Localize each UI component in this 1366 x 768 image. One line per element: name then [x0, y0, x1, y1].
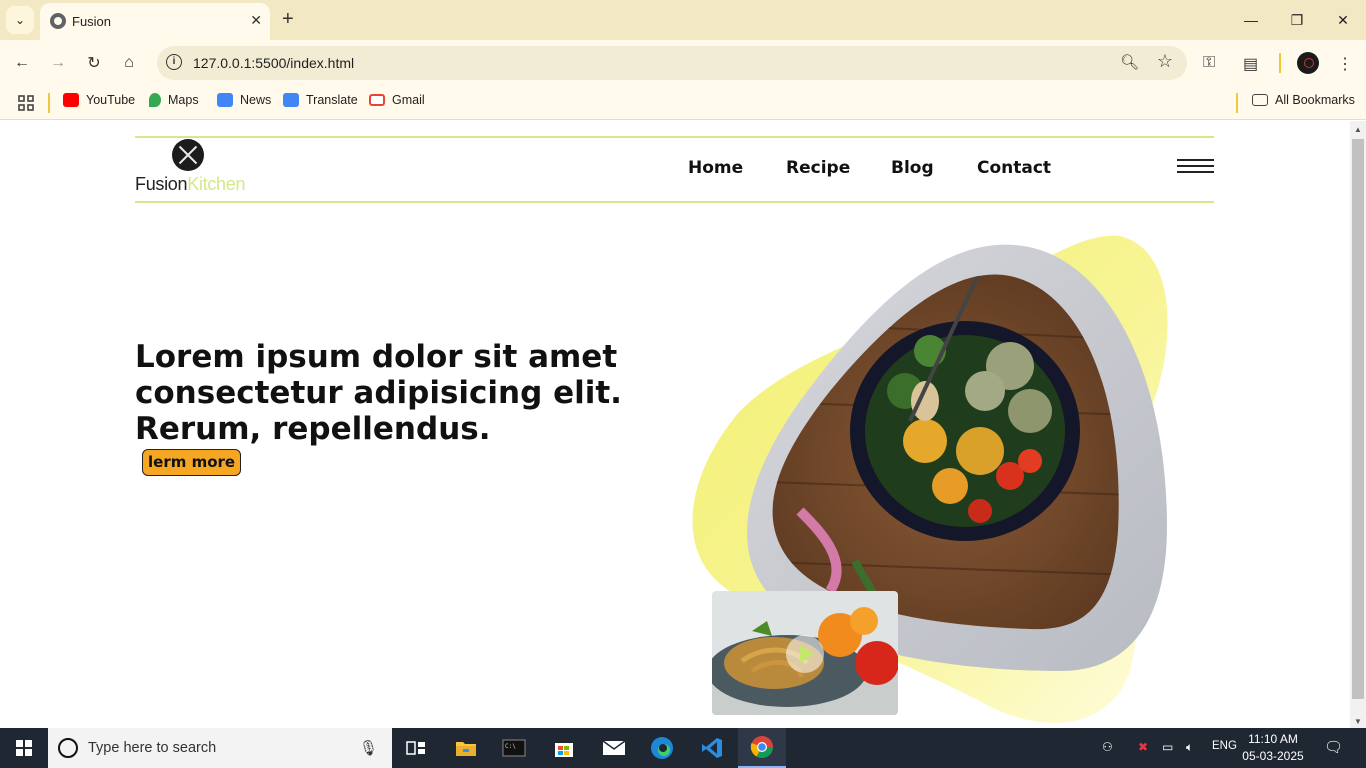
notifications-icon[interactable]: 🗨︎ [1324, 738, 1343, 756]
taskbar-search[interactable]: Type here to search 🎙︎ [48, 728, 392, 768]
nav-home[interactable]: Home [688, 158, 743, 178]
reload-button[interactable]: ↻ [83, 52, 105, 74]
close-window-button[interactable]: ✕ [1320, 0, 1366, 40]
apps-grid-icon[interactable] [18, 95, 34, 111]
clock-time: 11:10 AM [1248, 732, 1298, 746]
bookmark-label: Maps [168, 93, 199, 107]
back-button[interactable]: ← [11, 52, 33, 74]
bookmarks-divider [48, 93, 50, 113]
page-scrollbar[interactable]: ▲ ▼ [1350, 121, 1366, 728]
bookmark-news[interactable]: News [217, 93, 271, 107]
bookmark-translate[interactable]: Translate [283, 93, 358, 107]
globe-icon [50, 13, 66, 29]
microsoft-store-icon[interactable] [540, 728, 588, 768]
nav-contact[interactable]: Contact [977, 158, 1051, 178]
browser-toolbar: ← → ↻ ⌂ i 127.0.0.1:5500/index.html 🔍︎ ☆… [0, 40, 1366, 86]
bookmarks-bar: YouTube Maps News Translate Gmail All Bo… [0, 86, 1366, 120]
edge-browser-icon[interactable] [638, 728, 686, 768]
microphone-icon[interactable]: 🎙︎ [359, 739, 378, 757]
site-logo[interactable]: FusionKitchen [135, 174, 245, 195]
vscode-icon[interactable] [688, 728, 736, 768]
task-view-icon[interactable] [392, 728, 440, 768]
terminal-icon[interactable]: C:\ [490, 728, 538, 768]
close-tab-icon[interactable]: ✕ [250, 12, 262, 29]
bookmark-label: YouTube [86, 93, 136, 107]
active-tab[interactable]: Fusion ✕ [40, 3, 270, 40]
scroll-down-icon[interactable]: ▼ [1354, 717, 1362, 726]
mail-icon[interactable] [590, 728, 638, 768]
bookmark-label: News [240, 93, 272, 107]
cortana-icon [58, 738, 78, 758]
tab-search-button[interactable]: ⌄ [6, 6, 34, 34]
system-clock[interactable]: 11:10 AM 05-03-2025 [1240, 731, 1306, 765]
battery-icon[interactable]: ▭ [1162, 740, 1173, 754]
all-bookmarks-button[interactable]: All Bookmarks [1252, 93, 1355, 107]
network-disconnected-icon[interactable]: ✖ [1138, 740, 1148, 754]
reading-list-icon[interactable]: ▤ [1243, 54, 1258, 74]
scrollbar-thumb[interactable] [1352, 139, 1364, 699]
bookmark-label: Gmail [392, 93, 425, 107]
language-indicator[interactable]: ENG [1212, 740, 1237, 752]
tab-strip: ⌄ Fusion ✕ + — ❐ ✕ [0, 0, 1366, 40]
people-icon[interactable]: ⚇ [1102, 740, 1113, 754]
gmail-icon [369, 94, 385, 106]
bookmark-gmail[interactable]: Gmail [369, 93, 425, 107]
windows-logo-icon [16, 740, 32, 756]
windows-taskbar: Type here to search 🎙︎ C:\ ⚇ ✖ ▭ 🔈︎ ENG … [0, 728, 1366, 768]
bookmark-maps[interactable]: Maps [149, 93, 199, 107]
home-button[interactable]: ⌂ [118, 52, 140, 74]
forward-button[interactable]: → [47, 52, 69, 74]
translate-icon [283, 93, 299, 107]
news-icon [217, 93, 233, 107]
minimize-button[interactable]: — [1228, 0, 1274, 40]
chrome-icon[interactable] [738, 728, 786, 768]
site-info-icon[interactable]: i [166, 54, 182, 70]
start-button[interactable] [0, 728, 48, 768]
hamburger-menu-icon[interactable] [1177, 159, 1214, 173]
clock-date: 05-03-2025 [1242, 749, 1304, 763]
file-explorer-icon[interactable] [442, 728, 490, 768]
all-bookmarks-label: All Bookmarks [1275, 93, 1355, 107]
tab-title: Fusion [72, 14, 112, 29]
restore-button[interactable]: ❐ [1274, 0, 1320, 40]
site-header: FusionKitchen Home Recipe Blog Contact [135, 136, 1214, 203]
bookmark-label: Translate [306, 93, 358, 107]
bookmark-star-icon[interactable]: ☆ [1157, 51, 1173, 72]
nav-blog[interactable]: Blog [891, 158, 934, 178]
bookmark-youtube[interactable]: YouTube [63, 93, 135, 107]
address-bar[interactable]: i 127.0.0.1:5500/index.html 🔍︎ ☆ [157, 46, 1187, 80]
learn-more-button[interactable]: lerm more [142, 449, 242, 476]
video-thumbnail[interactable] [712, 591, 898, 715]
bookmarks-divider [1236, 93, 1238, 113]
nav-recipe[interactable]: Recipe [786, 158, 850, 178]
zoom-icon[interactable]: 🔍︎ [1120, 53, 1139, 71]
password-key-icon[interactable]: ⚿ [1203, 54, 1215, 72]
menu-kebab-icon[interactable]: ⋮ [1337, 54, 1353, 74]
scroll-up-icon[interactable]: ▲ [1354, 125, 1362, 134]
maps-icon [149, 93, 161, 107]
toolbar-divider [1279, 53, 1281, 73]
web-page: FusionKitchen Home Recipe Blog Contact L… [0, 121, 1350, 728]
youtube-icon [63, 93, 79, 107]
fork-knife-logo-icon[interactable] [172, 139, 204, 171]
folder-icon [1252, 94, 1268, 106]
svg-text:C:\: C:\ [505, 743, 516, 750]
profile-avatar[interactable] [1297, 52, 1319, 74]
hero-heading: Lorem ipsum dolor sit amet consectetur a… [135, 339, 622, 447]
new-tab-button[interactable]: + [282, 8, 294, 30]
url-text[interactable]: 127.0.0.1:5500/index.html [193, 55, 354, 71]
volume-icon[interactable]: 🔈︎ [1186, 740, 1193, 755]
search-placeholder[interactable]: Type here to search [88, 740, 216, 756]
play-icon[interactable] [786, 635, 824, 673]
